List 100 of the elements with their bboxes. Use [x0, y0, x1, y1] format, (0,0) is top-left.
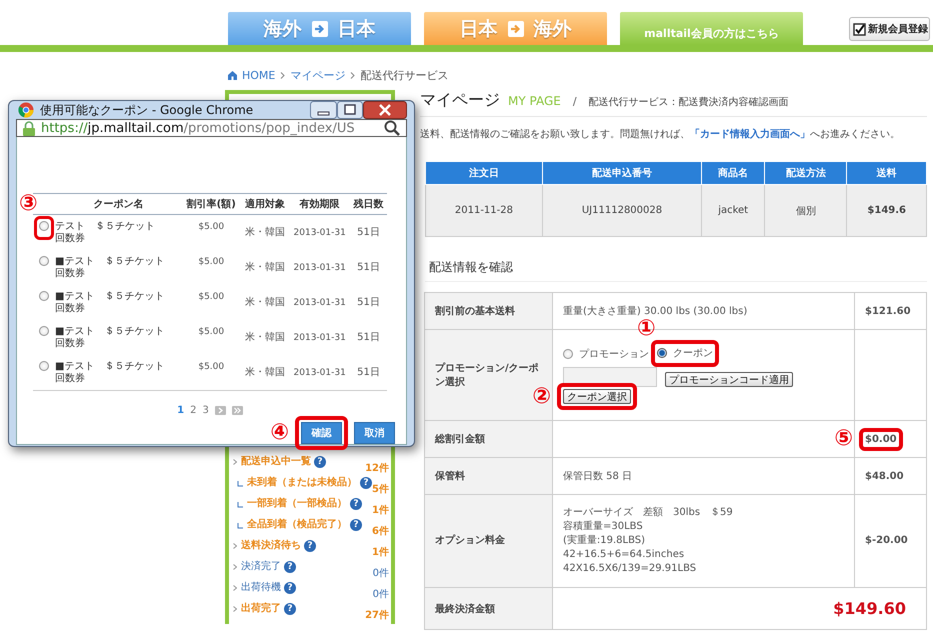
sidebar-link[interactable]: 未到着（または未検品） — [247, 476, 357, 490]
detail-text: 保管日数 58 日 — [563, 470, 634, 483]
sidebar-link[interactable]: 全品到着（検品完了） — [247, 518, 347, 532]
highlight-box — [651, 340, 719, 367]
help-icon[interactable]: ? — [284, 582, 296, 594]
table-cell: 2013-01-31 — [289, 214, 350, 250]
intro-text: 送料、配送情報のご確認をお願い致します。問題無ければ、「カード情報入力画面へ」へお進みください。 — [420, 128, 901, 141]
row-label: 総割引金額 — [424, 420, 552, 458]
table-cell: 51日 — [350, 214, 387, 250]
help-icon[interactable]: ? — [304, 540, 316, 552]
window-title: 使用可能なクーポン - Google Chrome — [40, 102, 254, 118]
step-number: ① — [637, 318, 656, 340]
row-label: 割引前の基本送料 — [424, 292, 552, 330]
detail-text: (実重量:19.8LBS) — [563, 534, 646, 548]
page-subtitle: MY PAGE — [508, 94, 561, 108]
apply-code-button[interactable]: プロモーションコード適用 — [665, 372, 793, 387]
column-header: 配送方法 — [764, 162, 847, 184]
table-cell: 米・韓国 — [240, 214, 290, 250]
coupon-select-button[interactable]: クーポン選択 — [563, 389, 631, 404]
maximize-icon — [337, 101, 363, 119]
highlight-box — [859, 428, 903, 450]
column-header: 送料 — [846, 162, 926, 184]
sidebar-link[interactable]: 配送申込中一覧 — [241, 455, 311, 469]
page-link[interactable]: 1 — [177, 405, 184, 416]
page-link[interactable]: 3 — [202, 405, 209, 416]
breadcrumb-link[interactable]: HOME — [242, 68, 276, 82]
last-page-icon — [232, 406, 243, 415]
browser-logo-icon — [18, 102, 34, 118]
radio-button[interactable] — [39, 256, 49, 266]
step-number: ④ — [270, 422, 289, 444]
row-label: オプション料金 — [424, 494, 552, 588]
section-title: 配送代行サービス：配送費決済内容確認画面 — [588, 96, 789, 109]
next-page-icon — [214, 406, 226, 415]
coupon-type: 回数券 — [55, 268, 86, 280]
tab-label: 海外 — [534, 16, 572, 42]
cancel-button[interactable]: 取消 — [354, 422, 395, 444]
table-cell: 個別 — [764, 184, 847, 236]
row-label: 最終決済金額 — [424, 588, 552, 630]
item-count: 12件 — [365, 462, 389, 476]
table-cell: 2013-01-31 — [289, 355, 350, 390]
address-bar[interactable]: https://jp.malltail.com/promotions/pop_index/US — [16, 119, 407, 137]
help-icon[interactable]: ? — [350, 519, 362, 531]
radio-button[interactable] — [563, 348, 573, 358]
minimize-icon — [310, 101, 337, 119]
highlight-box — [34, 216, 54, 240]
radio-button[interactable] — [39, 221, 49, 231]
table-cell-text: 米・韓国 — [244, 330, 286, 344]
radio-button[interactable] — [39, 291, 49, 301]
confirm-button[interactable]: 確認 — [301, 422, 342, 444]
chevron-icon — [233, 585, 237, 591]
help-icon[interactable]: ? — [350, 498, 362, 510]
home-icon — [228, 70, 237, 80]
branch-icon — [237, 523, 243, 529]
help-icon[interactable]: ? — [284, 603, 296, 615]
item-count: 1件 — [372, 504, 389, 518]
coupon-name: テスト ＄５チケット — [55, 220, 156, 232]
coupon-type: 回数券 — [55, 302, 86, 314]
sidebar-link[interactable]: 決済完了 — [241, 560, 281, 574]
item-count: 1件 — [372, 546, 389, 560]
breadcrumb-link[interactable]: マイページ — [290, 68, 346, 82]
table-cell-text: 2013-01-31 — [292, 262, 347, 274]
page-link[interactable]: 2 — [190, 405, 196, 416]
help-icon[interactable]: ? — [284, 561, 296, 573]
table-cell: 米・韓国 — [240, 355, 290, 390]
page-title: マイページ — [420, 90, 500, 111]
total-amount: $149.60 — [833, 599, 906, 618]
help-icon[interactable]: ? — [314, 456, 326, 468]
column-header: クーポン名 — [55, 194, 182, 214]
column-header: 残日数 — [350, 194, 387, 214]
radio-button[interactable] — [39, 326, 49, 336]
sidebar-link[interactable]: 一部到着（一部検品） — [247, 497, 347, 511]
table-cell-text: 2013-01-31 — [292, 296, 347, 310]
highlight-box — [295, 416, 348, 450]
detail-text: 42+16.5+6=64.5inches — [563, 548, 686, 562]
coupon-name: ■テスト ＄５チケット — [55, 256, 166, 268]
chevron-icon — [350, 72, 356, 78]
column-header: 配送申込番号 — [542, 162, 702, 184]
close-icon — [363, 101, 407, 119]
tab-label: 日本 — [338, 16, 376, 42]
item-count: 5件 — [372, 483, 389, 497]
table-cell: $5.00 — [182, 214, 241, 250]
item-count: 27件 — [365, 609, 389, 623]
radio-label: プロモーション — [579, 348, 649, 360]
help-icon[interactable]: ? — [360, 477, 372, 489]
radio-button[interactable] — [39, 361, 49, 371]
branch-icon — [237, 481, 243, 487]
chevron-icon — [233, 564, 237, 570]
table-cell-text: 2013-01-31 — [292, 332, 347, 344]
sidebar-link[interactable]: 出荷待機 — [241, 581, 281, 595]
table-cell-text: 51日 — [356, 260, 381, 274]
step-number: ③ — [19, 193, 38, 215]
sidebar-link[interactable]: 送料決済待ち — [241, 539, 301, 553]
coupon-type: 回数券 — [55, 372, 86, 384]
item-count: 0件 — [372, 588, 389, 602]
detail-text: オーバーサイズ 差額 30lbs ＄59 — [563, 506, 734, 520]
sidebar-link[interactable]: 出荷完了 — [241, 602, 281, 616]
radio-button[interactable] — [657, 348, 667, 358]
register-button[interactable]: 新規会員登録 — [849, 17, 930, 41]
column-header: 適用対象 — [240, 194, 290, 214]
card-entry-link[interactable]: 「カード情報入力画面へ」 — [690, 129, 810, 140]
